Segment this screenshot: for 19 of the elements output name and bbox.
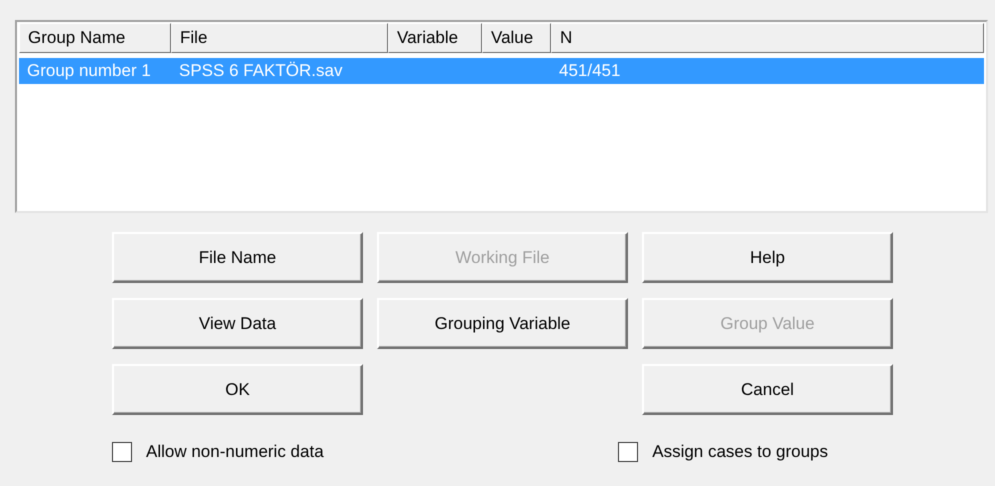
list-cell: 451/451 [559, 61, 620, 80]
column-header[interactable]: Group Name [19, 23, 171, 53]
column-header[interactable]: Variable [388, 23, 482, 53]
dialog-button[interactable]: Grouping Variable [377, 298, 628, 349]
column-header[interactable]: Value [482, 23, 551, 53]
checkbox[interactable] [112, 442, 132, 462]
checkbox[interactable] [618, 442, 638, 462]
list-cell: Group number 1 [27, 61, 151, 80]
checkbox-label: Allow non-numeric data [146, 441, 324, 463]
column-header[interactable]: File [171, 23, 388, 53]
group-list[interactable]: Group Name File Variable Value N Group number 1 SPSS 6 FAKTÖR.sav 451/451 [15, 20, 988, 213]
dialog-button[interactable]: Help [642, 232, 893, 283]
list-cell: SPSS 6 FAKTÖR.sav [179, 61, 342, 80]
dialog-button[interactable]: File Name [112, 232, 363, 283]
dialog-button[interactable]: Cancel [642, 364, 893, 415]
column-header[interactable]: N [551, 23, 984, 53]
dialog-button[interactable]: View Data [112, 298, 363, 349]
checkbox-label: Assign cases to groups [652, 441, 828, 463]
dialog-button[interactable]: OK [112, 364, 363, 415]
